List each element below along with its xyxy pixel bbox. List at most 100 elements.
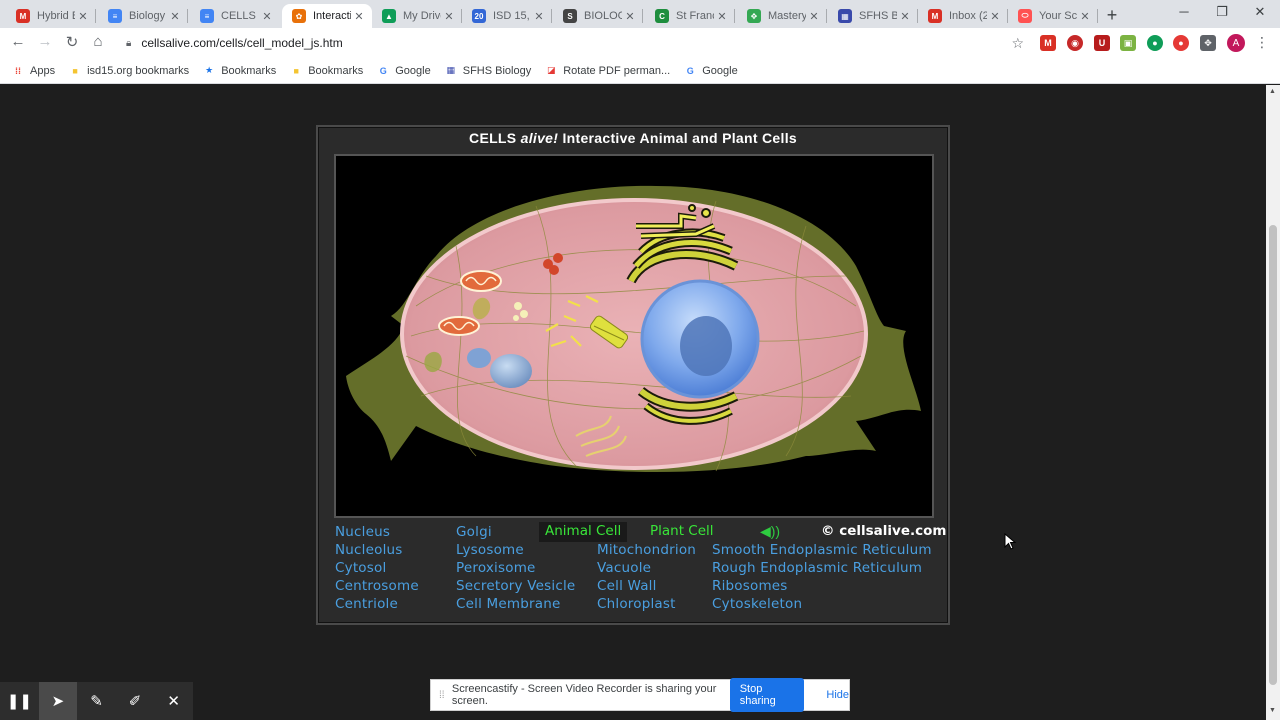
organelle-link[interactable]: Lysosome <box>456 542 524 558</box>
menu-icon[interactable]: ⋮ <box>1255 34 1269 51</box>
organelle-link[interactable]: Smooth Endoplasmic Reticulum <box>712 542 932 558</box>
screencastify-extension-icon[interactable]: ● <box>1173 35 1189 51</box>
gmail-extension-icon[interactable]: M <box>1040 35 1056 51</box>
scroll-up-icon[interactable]: ▲ <box>1269 88 1276 95</box>
bookmark-item[interactable]: ★ Bookmarks <box>203 65 276 77</box>
browser-tab[interactable]: ≡ Biology ✕ <box>98 4 188 28</box>
organelle-link[interactable]: Centrosome <box>335 578 419 594</box>
vertical-scrollbar[interactable]: ▲ ▼ <box>1266 85 1280 720</box>
restore-button[interactable]: ❐ <box>1203 4 1241 20</box>
browser-tab[interactable]: M Hybrid B ✕ <box>6 4 96 28</box>
organelle-link[interactable]: Centriole <box>335 596 398 612</box>
animal-cell-button[interactable]: Animal Cell <box>539 522 628 542</box>
browser-tab[interactable]: ≡ CELLS al✕ <box>190 4 280 28</box>
browser-tab[interactable]: S BIOLOGY✕ <box>553 4 643 28</box>
drag-handle-icon[interactable]: ⁞⁞ <box>439 690 448 701</box>
green-extension-icon[interactable]: ● <box>1147 35 1163 51</box>
close-tab-icon[interactable]: ✕ <box>260 10 274 23</box>
browser-tab[interactable]: ▦ SFHS Bi ✕ <box>828 4 918 28</box>
ublock-extension-icon[interactable]: U <box>1094 35 1110 51</box>
close-tab-icon[interactable]: ✕ <box>76 10 90 23</box>
classroom-extension-icon[interactable]: ▣ <box>1120 35 1136 51</box>
close-tab-icon[interactable]: ✕ <box>623 10 637 23</box>
browser-tab[interactable]: ⬭ Your Sc ✕ <box>1008 4 1098 28</box>
close-tab-icon[interactable]: ✕ <box>352 10 366 23</box>
bookmark-item[interactable]: ◪ Rotate PDF perman... <box>545 65 670 77</box>
organelle-link[interactable]: Cell Wall <box>597 578 657 594</box>
close-window-button[interactable]: ✕ <box>1241 4 1279 20</box>
profile-avatar[interactable]: A <box>1227 34 1245 52</box>
page-content: CELLS alive! Interactive Animal and Plan… <box>0 85 1266 720</box>
organelle-links: Animal Cell Plant Cell ◀)) © cellsalive.… <box>318 522 948 622</box>
organelle-link[interactable]: Rough Endoplasmic Reticulum <box>712 560 922 576</box>
organelle-link[interactable]: Chloroplast <box>597 596 676 612</box>
bookmark-item[interactable]: ▦ SFHS Biology <box>445 65 531 77</box>
organelle-link[interactable]: Mitochondrion <box>597 542 696 558</box>
url-text[interactable]: cellsalive.com/cells/cell_model_js.htm <box>141 36 342 50</box>
grid-icon: ▦ <box>838 9 852 23</box>
browser-tab[interactable]: ✥ Mastery ✕ <box>737 4 827 28</box>
cell-stage[interactable] <box>334 154 934 518</box>
organelle-link[interactable]: Golgi <box>456 524 492 540</box>
apps-icon: ⁞⁞ <box>15 65 21 76</box>
reload-icon[interactable]: ↻ <box>62 33 82 51</box>
pen-tool-icon[interactable]: ✎ <box>77 682 116 720</box>
organelle-link[interactable]: Ribosomes <box>712 578 788 594</box>
organelle-link[interactable]: Nucleus <box>335 524 390 540</box>
close-tab-icon[interactable]: ✕ <box>532 10 546 23</box>
animal-cell-illustration[interactable] <box>336 156 932 516</box>
tab-separator <box>734 9 735 23</box>
tab-separator <box>1097 9 1098 23</box>
extensions-puzzle-icon[interactable]: ✥ <box>1200 35 1216 51</box>
scrollbar-thumb[interactable] <box>1269 225 1277 685</box>
stop-sharing-button[interactable]: Stop sharing <box>729 678 805 712</box>
screencastify-controls: ❚❚ ➤ ✎ ✐ ✕ <box>0 682 193 720</box>
hide-button[interactable]: Hide <box>826 689 849 701</box>
cursor-tool-icon[interactable]: ➤ <box>38 682 78 720</box>
eraser-tool-icon[interactable]: ✐ <box>116 682 155 720</box>
credit-text: © cellsalive.com <box>821 523 947 539</box>
organelle-link[interactable]: Secretory Vesicle <box>456 578 575 594</box>
plant-cell-button[interactable]: Plant Cell <box>644 522 720 542</box>
bookmark-star-icon[interactable]: ☆ <box>1011 35 1024 52</box>
organelle-link[interactable]: Vacuole <box>597 560 651 576</box>
browser-toolbar: ← → ↻ ⌂ 🔒︎ cellsalive.com/cells/cell_mod… <box>0 28 1280 58</box>
title-suffix: Interactive Animal and Plant Cells <box>562 130 797 146</box>
close-tab-icon[interactable]: ✕ <box>988 10 1002 23</box>
organelle-link[interactable]: Cytoskeleton <box>712 596 802 612</box>
browser-tab[interactable]: ▲ My Drive✕ <box>372 4 462 28</box>
cellsalive-icon: ✿ <box>292 9 306 23</box>
address-bar[interactable]: 🔒︎ cellsalive.com/cells/cell_model_js.ht… <box>118 31 1038 55</box>
close-tab-icon[interactable]: ✕ <box>1078 10 1092 23</box>
bookmark-item[interactable]: ■ Bookmarks <box>290 65 364 77</box>
forward-icon[interactable]: → <box>35 33 55 50</box>
close-tab-icon[interactable]: ✕ <box>715 10 729 23</box>
tab-title: St Franc <box>676 10 714 22</box>
close-tab-icon[interactable]: ✕ <box>442 10 456 23</box>
browser-tab[interactable]: 20 ISD 15, S✕ <box>462 4 552 28</box>
bookmark-item[interactable]: ⁞⁞ Apps <box>12 65 55 77</box>
browser-tab[interactable]: M Inbox (2 ✕ <box>918 4 1008 28</box>
speaker-icon[interactable]: ◀)) <box>760 523 780 540</box>
bookmark-item[interactable]: G Google <box>377 64 431 77</box>
pause-icon[interactable]: ❚❚ <box>0 682 39 720</box>
organelle-link[interactable]: Nucleolus <box>335 542 403 558</box>
back-icon[interactable]: ← <box>8 33 28 50</box>
close-tab-icon[interactable]: ✕ <box>898 10 912 23</box>
browser-tab[interactable]: C St Franc ✕ <box>645 4 735 28</box>
close-tab-icon[interactable]: ✕ <box>168 10 182 23</box>
bookmark-item[interactable]: ■ isd15.org bookmarks <box>69 65 189 77</box>
organelle-link[interactable]: Peroxisome <box>456 560 536 576</box>
bookmark-label: Google <box>395 64 431 77</box>
organelle-link[interactable]: Cell Membrane <box>456 596 560 612</box>
home-icon[interactable]: ⌂ <box>88 33 108 50</box>
close-toolbar-icon[interactable]: ✕ <box>154 682 193 720</box>
organelle-link[interactable]: Cytosol <box>335 560 386 576</box>
bookmark-item[interactable]: G Google <box>684 65 738 77</box>
new-tab-button[interactable]: + <box>1103 5 1121 26</box>
scroll-down-icon[interactable]: ▼ <box>1269 707 1276 714</box>
browser-tab[interactable]: ✿ Interacti ✕ <box>282 4 372 28</box>
close-tab-icon[interactable]: ✕ <box>807 10 821 23</box>
minimize-button[interactable]: ─ <box>1165 4 1203 19</box>
adblock-extension-icon[interactable]: ◉ <box>1067 35 1083 51</box>
